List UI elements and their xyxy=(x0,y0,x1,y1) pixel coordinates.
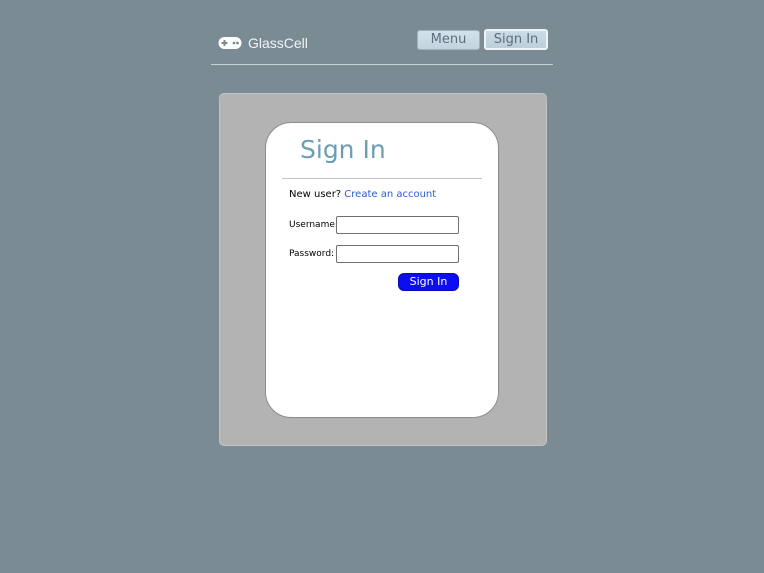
brand-name: GlassCell xyxy=(248,35,308,51)
header-divider xyxy=(211,64,553,65)
sign-in-title: Sign In xyxy=(300,135,386,164)
menu-button[interactable]: Menu xyxy=(417,30,480,50)
username-label: Username: xyxy=(289,220,338,230)
nav-sign-in-button[interactable]: Sign In xyxy=(484,29,548,50)
gamepad-icon xyxy=(218,37,242,49)
new-user-prompt: New user? xyxy=(289,189,342,200)
brand[interactable]: GlassCell xyxy=(218,33,308,53)
password-label: Password: xyxy=(289,249,335,259)
username-input[interactable] xyxy=(336,216,459,234)
create-account-link[interactable]: Create an account xyxy=(344,189,436,200)
sign-in-submit-button[interactable]: Sign In xyxy=(398,273,459,291)
password-input[interactable] xyxy=(336,245,459,263)
title-divider xyxy=(282,178,482,179)
sign-in-card: Sign In New user? Create an account User… xyxy=(265,122,499,418)
new-user-line: New user? Create an account xyxy=(289,189,436,200)
